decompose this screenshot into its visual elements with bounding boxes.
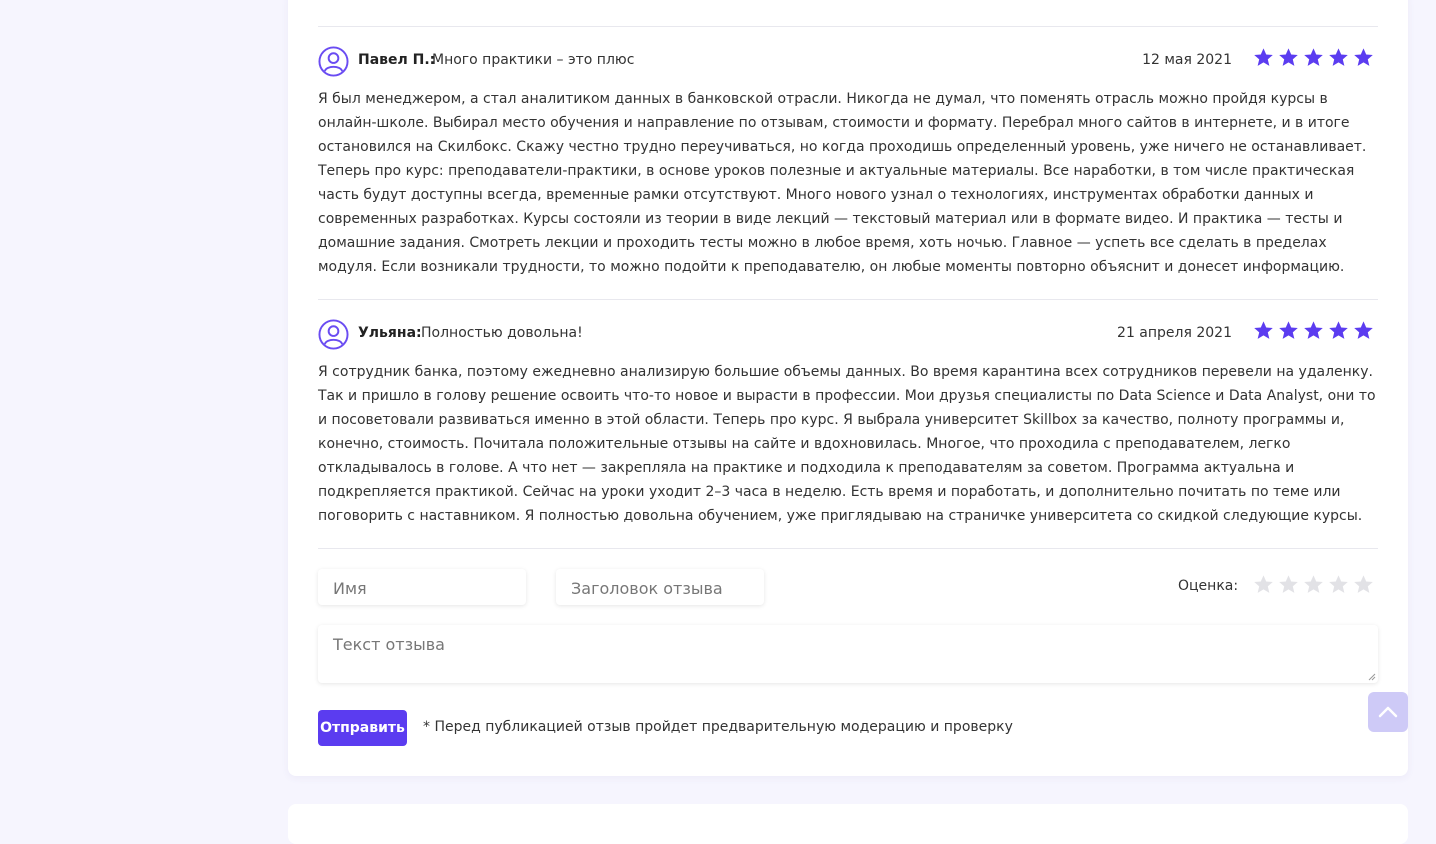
star-icon [1354, 48, 1373, 66]
star-icon[interactable] [1303, 574, 1324, 595]
user-circle-icon [318, 319, 349, 350]
review-rating [1253, 320, 1374, 341]
divider [318, 299, 1378, 300]
star-icon [1304, 321, 1323, 339]
divider [318, 548, 1378, 549]
review-title-field[interactable]: Заголовок отзыва [556, 569, 764, 605]
review-rating [1253, 47, 1374, 68]
star-icon[interactable] [1253, 574, 1274, 595]
star-icon [1254, 321, 1273, 339]
review-date: 12 мая 2021 [1142, 52, 1232, 68]
review-header: Ульяна: Полностью довольна! 21 апреля 20… [318, 319, 1378, 351]
star-icon [1279, 321, 1298, 339]
name-placeholder: Имя [333, 579, 367, 598]
review-author: Павел П.: [358, 52, 436, 68]
review-title: Много практики – это плюс [432, 52, 635, 68]
review-item: Павел П.: Много практики – это плюс 12 м… [318, 46, 1378, 279]
reviews-card: Павел П.: Много практики – это плюс 12 м… [288, 0, 1408, 776]
divider [318, 26, 1378, 27]
chevron-up-icon [1378, 706, 1398, 718]
scroll-to-top-button[interactable] [1368, 692, 1408, 732]
star-icon[interactable] [1353, 574, 1374, 595]
review-text-placeholder: Текст отзыва [333, 635, 445, 654]
review-author: Ульяна: [358, 325, 422, 341]
review-text: Я сотрудник банка, поэтому ежедневно ана… [318, 364, 1376, 524]
next-card [288, 804, 1408, 844]
review-date: 21 апреля 2021 [1117, 325, 1232, 341]
star-icon [1354, 321, 1373, 339]
review-title: Полностью довольна! [421, 325, 583, 341]
star-icon [1329, 321, 1348, 339]
submit-button[interactable]: Отправить [318, 710, 407, 746]
rating-input[interactable] [1253, 574, 1374, 595]
star-icon[interactable] [1328, 574, 1349, 595]
star-icon [1329, 48, 1348, 66]
star-icon [1279, 48, 1298, 66]
review-text: Я был менеджером, а стал аналитиком данн… [318, 91, 1367, 275]
review-title-placeholder: Заголовок отзыва [571, 579, 723, 598]
resize-handle-icon[interactable] [1368, 673, 1376, 681]
review-header: Павел П.: Много практики – это плюс 12 м… [318, 46, 1378, 78]
name-field[interactable]: Имя [318, 569, 526, 605]
user-circle-icon [318, 46, 349, 77]
moderation-note: * Перед публикацией отзыв пройдет предва… [423, 719, 1013, 735]
star-icon[interactable] [1278, 574, 1299, 595]
review-text-field[interactable]: Текст отзыва [318, 625, 1378, 683]
rating-label: Оценка: [1178, 578, 1239, 594]
star-icon [1304, 48, 1323, 66]
review-item: Ульяна: Полностью довольна! 21 апреля 20… [318, 319, 1378, 528]
star-icon [1254, 48, 1273, 66]
